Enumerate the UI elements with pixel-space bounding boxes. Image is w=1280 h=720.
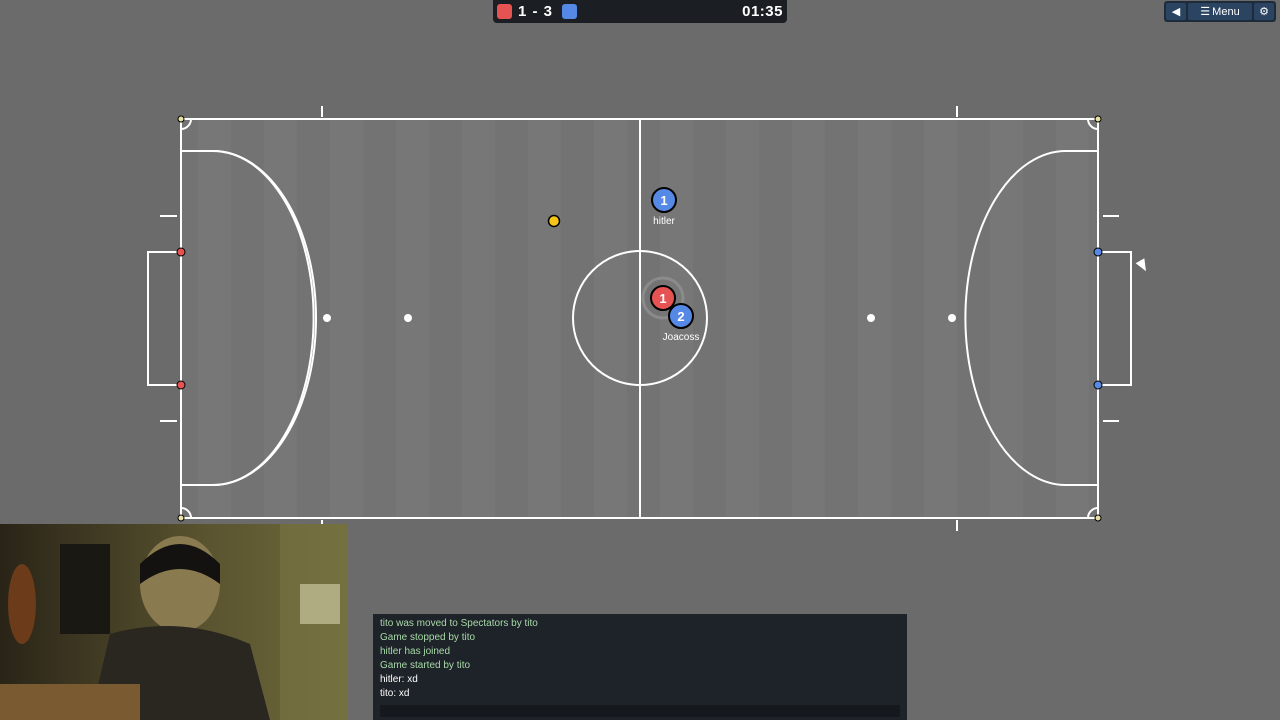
player-blue-2: 2: [668, 303, 694, 329]
player-number: 1: [660, 193, 667, 208]
right-goal: [1098, 251, 1132, 386]
left-goalpost-top: [176, 247, 186, 257]
chat-line: hitler: xd: [380, 674, 418, 685]
player-name-label: hitler: [653, 216, 675, 227]
player-blue-1: 1: [651, 187, 677, 213]
ball: [547, 214, 561, 228]
right-goalpost-top: [1093, 247, 1103, 257]
left-goal: [147, 251, 181, 386]
left-goalpost-bottom: [176, 380, 186, 390]
chat-panel: tito was moved to Spectators by tito Gam…: [373, 614, 907, 720]
chat-line: tito was moved to Spectators by tito: [380, 618, 538, 629]
webcam-overlay: [0, 524, 348, 720]
chat-line: Game started by tito: [380, 660, 471, 671]
player-number: 1: [659, 291, 666, 306]
right-goalpost-bottom: [1093, 380, 1103, 390]
player-number: 2: [677, 309, 684, 324]
player-name-label: Joacoss: [662, 332, 700, 343]
chat-line: Game stopped by tito: [380, 632, 476, 643]
chat-input[interactable]: [380, 705, 900, 717]
chat-line: tito: xd: [380, 688, 410, 699]
webcam-feed-image: [0, 524, 348, 720]
chat-line: hitler has joined: [380, 646, 451, 657]
